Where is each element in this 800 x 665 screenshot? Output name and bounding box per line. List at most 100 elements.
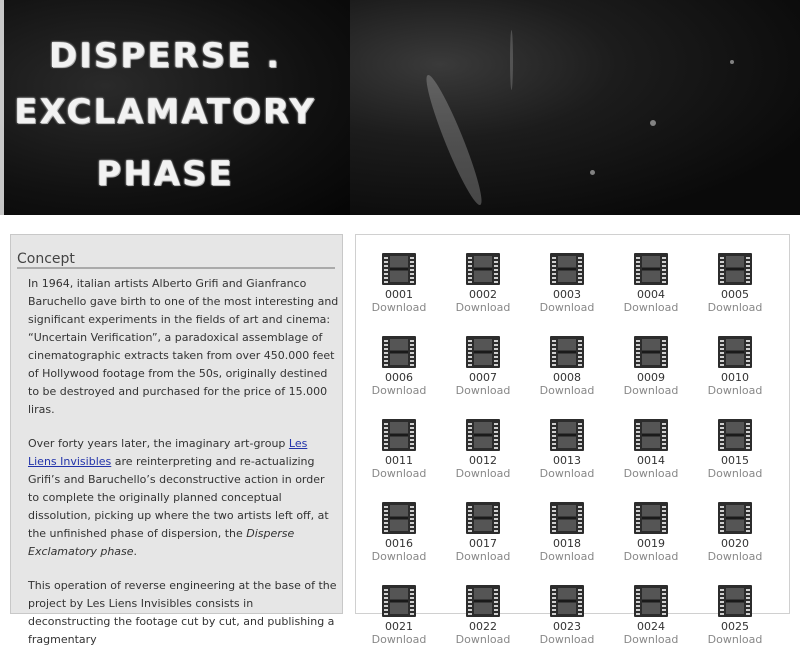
download-link[interactable]: Download <box>525 633 609 647</box>
banner-right-image <box>350 0 800 215</box>
download-link[interactable]: Download <box>441 633 525 647</box>
clip-tile: 0014 Download <box>609 419 693 481</box>
film-strip-icon[interactable] <box>634 419 668 451</box>
film-strip-icon[interactable] <box>718 253 752 285</box>
film-strip-icon[interactable] <box>382 502 416 534</box>
film-strip-icon[interactable] <box>466 585 500 617</box>
download-link[interactable]: Download <box>693 384 777 398</box>
clip-number: 0024 <box>637 620 665 633</box>
film-strip-icon[interactable] <box>718 585 752 617</box>
film-strip-icon[interactable] <box>550 585 584 617</box>
clip-number: 0001 <box>385 288 413 301</box>
clip-tile: 0020 Download <box>693 502 777 564</box>
clip-number: 0011 <box>385 454 413 467</box>
film-strip-icon[interactable] <box>466 419 500 451</box>
clip-tile: 0018 Download <box>525 502 609 564</box>
clip-tile: 0016 Download <box>357 502 441 564</box>
clip-tile: 0004 Download <box>609 253 693 315</box>
film-strip-icon[interactable] <box>382 336 416 368</box>
clip-number: 0008 <box>553 371 581 384</box>
title-line-1: DISPERSE . <box>48 36 282 76</box>
download-link[interactable]: Download <box>357 301 441 315</box>
clip-number: 0013 <box>553 454 581 467</box>
download-link[interactable]: Download <box>357 633 441 647</box>
download-link[interactable]: Download <box>693 301 777 315</box>
clip-tile: 0006 Download <box>357 336 441 398</box>
clip-number: 0010 <box>721 371 749 384</box>
download-link[interactable]: Download <box>357 467 441 481</box>
clip-number: 0009 <box>637 371 665 384</box>
clip-tile: 0019 Download <box>609 502 693 564</box>
clip-tile: 0021 Download <box>357 585 441 647</box>
download-grid-panel: 0001 Download 0002 Download 0003 Download 0004… <box>355 234 790 646</box>
clip-number: 0019 <box>637 537 665 550</box>
clip-number: 0015 <box>721 454 749 467</box>
download-link[interactable]: Download <box>609 550 693 564</box>
clip-tile: 0002 Download <box>441 253 525 315</box>
concept-heading: Concept <box>17 251 335 269</box>
download-link[interactable]: Download <box>525 301 609 315</box>
film-strip-icon[interactable] <box>466 502 500 534</box>
clip-number: 0007 <box>469 371 497 384</box>
film-strip-icon[interactable] <box>382 585 416 617</box>
film-strip-icon[interactable] <box>382 253 416 285</box>
download-link[interactable]: Download <box>357 550 441 564</box>
download-link[interactable]: Download <box>693 550 777 564</box>
download-link[interactable]: Download <box>441 384 525 398</box>
film-strip-icon[interactable] <box>466 336 500 368</box>
clip-number: 0025 <box>721 620 749 633</box>
download-link[interactable]: Download <box>525 384 609 398</box>
clip-tile: 0012 Download <box>441 419 525 481</box>
concept-panel: Concept In 1964, italian artists Alberto… <box>10 234 343 646</box>
download-link[interactable]: Download <box>693 467 777 481</box>
clip-number: 0020 <box>721 537 749 550</box>
film-strip-icon[interactable] <box>382 419 416 451</box>
download-link[interactable]: Download <box>357 384 441 398</box>
concept-paragraph-2: Over forty years later, the imaginary ar… <box>28 435 339 561</box>
title-line-2: EXCLAMATORY <box>14 92 316 132</box>
clip-tile: 0009 Download <box>609 336 693 398</box>
film-strip-icon[interactable] <box>634 585 668 617</box>
clip-tile: 0017 Download <box>441 502 525 564</box>
p2-text-post: . <box>133 545 138 558</box>
download-link[interactable]: Download <box>525 550 609 564</box>
download-link[interactable]: Download <box>609 301 693 315</box>
download-link[interactable]: Download <box>441 467 525 481</box>
clip-number: 0012 <box>469 454 497 467</box>
download-link[interactable]: Download <box>525 467 609 481</box>
clip-number: 0018 <box>553 537 581 550</box>
clip-number: 0002 <box>469 288 497 301</box>
clip-tile: 0023 Download <box>525 585 609 647</box>
clip-tile: 0001 Download <box>357 253 441 315</box>
clip-number: 0006 <box>385 371 413 384</box>
clip-number: 0017 <box>469 537 497 550</box>
clip-number: 0016 <box>385 537 413 550</box>
download-link[interactable]: Download <box>609 633 693 647</box>
clip-number: 0023 <box>553 620 581 633</box>
film-strip-icon[interactable] <box>718 336 752 368</box>
film-strip-icon[interactable] <box>634 502 668 534</box>
film-strip-icon[interactable] <box>550 502 584 534</box>
film-strip-icon[interactable] <box>550 336 584 368</box>
film-strip-icon[interactable] <box>550 419 584 451</box>
clip-number: 0021 <box>385 620 413 633</box>
download-link[interactable]: Download <box>441 550 525 564</box>
header-banner: DISPERSE . EXCLAMATORY PHASE <box>0 0 800 215</box>
clip-tile: 0024 Download <box>609 585 693 647</box>
film-strip-icon[interactable] <box>718 502 752 534</box>
download-link[interactable]: Download <box>693 633 777 647</box>
film-strip-icon[interactable] <box>634 253 668 285</box>
clip-tile: 0005 Download <box>693 253 777 315</box>
film-strip-icon[interactable] <box>466 253 500 285</box>
download-link[interactable]: Download <box>609 467 693 481</box>
clip-number: 0005 <box>721 288 749 301</box>
clip-number: 0014 <box>637 454 665 467</box>
clip-tile: 0013 Download <box>525 419 609 481</box>
title-line-3: PHASE <box>96 154 234 194</box>
clip-tile: 0015 Download <box>693 419 777 481</box>
film-strip-icon[interactable] <box>634 336 668 368</box>
download-link[interactable]: Download <box>609 384 693 398</box>
download-link[interactable]: Download <box>441 301 525 315</box>
film-strip-icon[interactable] <box>550 253 584 285</box>
film-strip-icon[interactable] <box>718 419 752 451</box>
